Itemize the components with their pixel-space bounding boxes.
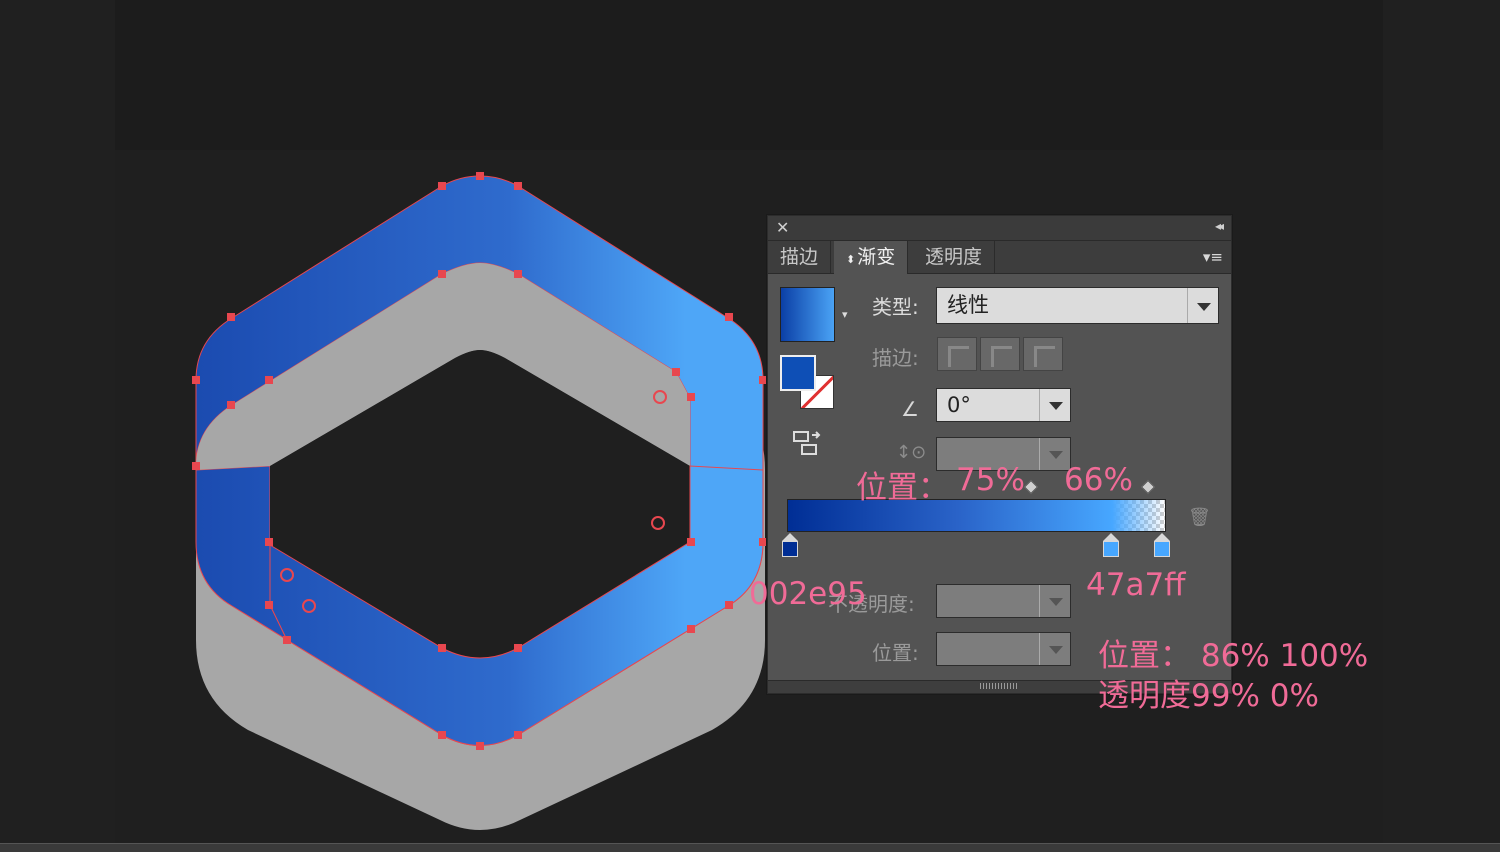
stroke-along-button[interactable] bbox=[980, 337, 1020, 371]
stroke-within-button[interactable] bbox=[937, 337, 977, 371]
angle-value: 0° bbox=[947, 393, 971, 417]
color-stop-middle[interactable] bbox=[1103, 533, 1119, 561]
angle-icon: ∠ bbox=[901, 397, 919, 421]
tab-transparency[interactable]: 透明度 bbox=[913, 241, 996, 273]
color-stop-left[interactable] bbox=[782, 533, 798, 561]
annotation-midpoint-1: 75% bbox=[956, 462, 1025, 498]
annotation-stop-positions: 位置： 86% 100% bbox=[1098, 638, 1369, 674]
annotation-position-label: 位置： bbox=[856, 470, 949, 506]
artwork[interactable] bbox=[0, 0, 1500, 852]
tab-gradient-label: 渐变 bbox=[857, 246, 896, 268]
tab-stroke-label: 描边 bbox=[780, 246, 819, 268]
updown-icon: ⬍ bbox=[846, 253, 856, 266]
annotation-color-right: 47a7ff bbox=[1086, 567, 1186, 603]
annotation-color-left: 002e95 bbox=[749, 576, 867, 612]
type-value: 线性 bbox=[947, 293, 989, 317]
angle-input[interactable]: 0° bbox=[936, 388, 1071, 422]
swatch-dropdown-icon[interactable]: ▾ bbox=[842, 308, 848, 321]
gradient-slider[interactable] bbox=[787, 499, 1166, 532]
tab-transparency-label: 透明度 bbox=[925, 246, 983, 268]
fill-stroke-indicator[interactable] bbox=[780, 355, 836, 411]
tab-gradient[interactable]: ⬍ 渐变 bbox=[834, 241, 909, 274]
collapse-icon[interactable]: ◂◂ bbox=[1215, 219, 1224, 233]
fill-swatch[interactable] bbox=[780, 355, 816, 391]
reverse-gradient-icon[interactable] bbox=[792, 430, 822, 456]
aspect-ratio-icon: ↕⊙ bbox=[896, 442, 927, 463]
position-label: 位置: bbox=[872, 641, 919, 665]
midpoint-diamond-2[interactable] bbox=[1140, 479, 1156, 495]
tab-stroke[interactable]: 描边 bbox=[768, 241, 832, 273]
color-stop-right[interactable] bbox=[1154, 533, 1170, 561]
panel-titlebar[interactable]: ✕ ◂◂ bbox=[768, 216, 1231, 241]
panel-menu-icon[interactable]: ▾≡ bbox=[1203, 248, 1223, 266]
gradient-panel[interactable]: ✕ ◂◂ 描边 ⬍ 渐变 透明度 ▾≡ ▾ 类型: 线性 描边: ∠ 0° ↕⊙ … bbox=[767, 215, 1232, 694]
resize-grip[interactable] bbox=[980, 683, 1018, 689]
position-input[interactable] bbox=[936, 632, 1071, 666]
trash-icon[interactable]: 🗑 bbox=[1188, 507, 1211, 528]
chevron-down-icon[interactable] bbox=[1039, 389, 1070, 421]
stroke-label: 描边: bbox=[872, 346, 919, 370]
panel-tabs: 描边 ⬍ 渐变 透明度 ▾≡ bbox=[768, 241, 1231, 274]
type-label: 类型: bbox=[872, 295, 919, 319]
chevron-down-icon[interactable] bbox=[1039, 585, 1070, 617]
chevron-down-icon[interactable] bbox=[1039, 633, 1070, 665]
bottom-scrollbar[interactable] bbox=[0, 843, 1500, 852]
midpoint-diamond-1[interactable] bbox=[1023, 479, 1039, 495]
type-select[interactable]: 线性 bbox=[936, 287, 1219, 324]
annotation-midpoint-2: 66% bbox=[1064, 462, 1133, 498]
gradient-swatch[interactable] bbox=[780, 287, 835, 342]
chevron-down-icon[interactable] bbox=[1187, 288, 1218, 323]
stroke-across-button[interactable] bbox=[1023, 337, 1063, 371]
opacity-input[interactable] bbox=[936, 584, 1071, 618]
close-icon[interactable]: ✕ bbox=[776, 218, 789, 237]
annotation-stop-opacity: 透明度99% 0% bbox=[1098, 678, 1319, 714]
